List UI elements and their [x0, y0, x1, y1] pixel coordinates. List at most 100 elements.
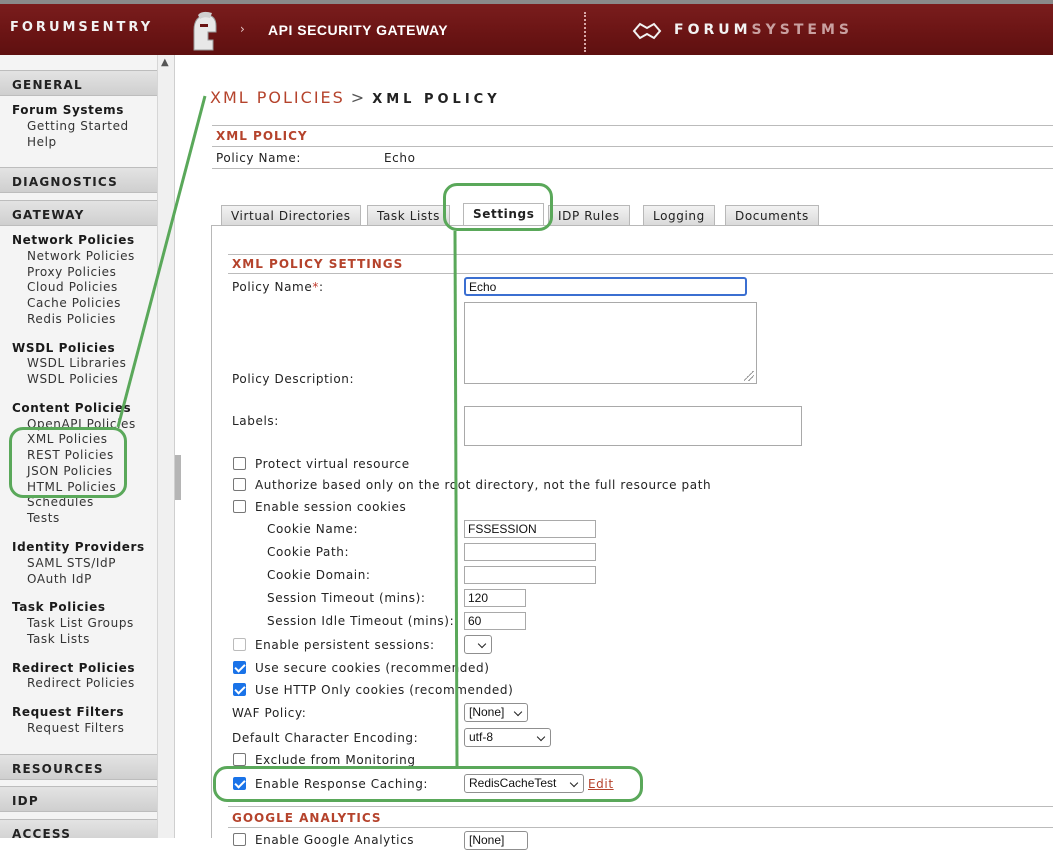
- authorize-root-label: Authorize based only on the root directo…: [255, 478, 712, 492]
- sidebar-item-oauth[interactable]: OAuth IdP: [27, 572, 92, 586]
- sidebar-group-request: Request Filters: [12, 705, 125, 719]
- cookie-domain-label: Cookie Domain:: [267, 568, 371, 582]
- divider: [228, 806, 1053, 807]
- google-analytics-label: Enable Google Analytics: [255, 833, 415, 847]
- session-timeout-label: Session Timeout (mins):: [267, 591, 426, 605]
- protect-virtual-label: Protect virtual resource: [255, 457, 410, 471]
- breadcrumb-chevron-icon: ›: [240, 22, 246, 36]
- sidebar-item-xml-policies[interactable]: XML Policies: [27, 432, 108, 446]
- persistent-sessions-checkbox[interactable]: [233, 638, 246, 651]
- sidebar-item-openapi-policies[interactable]: OpenAPI Policies: [27, 417, 136, 431]
- sidebar-section-gateway[interactable]: GATEWAY: [0, 200, 157, 226]
- session-cookies-checkbox[interactable]: [233, 500, 246, 513]
- google-analytics-select[interactable]: [None]: [464, 831, 528, 850]
- tab-documents[interactable]: Documents: [725, 205, 819, 226]
- sidebar-item-saml[interactable]: SAML STS/IdP: [27, 556, 116, 570]
- protect-virtual-checkbox[interactable]: [233, 457, 246, 470]
- divider: [228, 254, 1053, 255]
- sidebar-section-diagnostics[interactable]: DIAGNOSTICS: [0, 167, 157, 193]
- sidebar-group-identity: Identity Providers: [12, 540, 145, 554]
- sidebar-group-content: Content Policies: [12, 401, 132, 415]
- authorize-root-checkbox[interactable]: [233, 478, 246, 491]
- chevron-down-icon: [513, 707, 523, 717]
- scrollbar-thumb[interactable]: [175, 455, 181, 500]
- exclude-monitoring-checkbox[interactable]: [233, 753, 246, 766]
- breadcrumb-separator: >: [350, 88, 367, 107]
- sidebar-item-network-policies[interactable]: Network Policies: [27, 249, 135, 263]
- policy-name-value: Echo: [384, 151, 416, 165]
- http-only-checkbox[interactable]: [233, 683, 246, 696]
- sidebar-item-wsdl-policies[interactable]: WSDL Policies: [27, 372, 118, 386]
- divider: [212, 146, 1053, 147]
- breadcrumb-xml-policies-link[interactable]: XML POLICIES: [210, 88, 345, 107]
- sidebar-scrollbar[interactable]: ▲: [157, 55, 174, 838]
- tab-task-lists[interactable]: Task Lists: [367, 205, 450, 226]
- waf-policy-select[interactable]: [None]: [464, 703, 528, 722]
- google-analytics-checkbox[interactable]: [233, 833, 246, 846]
- sidebar-item-wsdl-libraries[interactable]: WSDL Libraries: [27, 356, 126, 370]
- response-caching-label: Enable Response Caching:: [255, 777, 429, 791]
- encoding-select[interactable]: utf-8: [464, 728, 551, 747]
- response-caching-checkbox[interactable]: [233, 777, 246, 790]
- required-marker: *: [312, 280, 319, 294]
- persistent-sessions-select[interactable]: [464, 635, 492, 654]
- sidebar-item-proxy-policies[interactable]: Proxy Policies: [27, 265, 116, 279]
- sidebar-item-cloud-policies[interactable]: Cloud Policies: [27, 280, 118, 294]
- sidebar-section-access[interactable]: ACCESS: [0, 819, 157, 838]
- sidebar-item-help[interactable]: Help: [27, 135, 57, 149]
- sidebar-item-getting-started[interactable]: Getting Started: [27, 119, 129, 133]
- breadcrumb: XML POLICIES > XML POLICY: [210, 88, 501, 107]
- idle-timeout-input[interactable]: 60: [464, 612, 526, 630]
- sidebar-item-task-lists[interactable]: Task Lists: [27, 632, 90, 646]
- idle-timeout-label: Session Idle Timeout (mins):: [267, 614, 455, 628]
- sidebar-item-task-list-groups[interactable]: Task List Groups: [27, 616, 134, 630]
- policy-description-textarea[interactable]: [464, 302, 757, 384]
- response-caching-select[interactable]: RedisCacheTest: [464, 774, 584, 793]
- session-timeout-input[interactable]: 120: [464, 589, 526, 607]
- tab-panel-border-left: [211, 225, 212, 838]
- header-divider: [584, 12, 586, 52]
- sidebar-group-wsdl: WSDL Policies: [12, 341, 116, 355]
- page-title: XML POLICY: [372, 92, 501, 107]
- tab-idp-rules[interactable]: IDP Rules: [548, 205, 630, 226]
- edit-cache-link[interactable]: Edit: [588, 777, 614, 791]
- resize-grip-icon[interactable]: [744, 371, 754, 381]
- persistent-sessions-label: Enable persistent sessions:: [255, 638, 435, 652]
- sidebar-item-schedules[interactable]: Schedules: [27, 495, 94, 509]
- product-title: API SECURITY GATEWAY: [268, 22, 449, 38]
- forumsystems-logo: FORUMSYSTEMS: [674, 22, 853, 38]
- tab-logging[interactable]: Logging: [643, 205, 715, 226]
- policy-name-label: Policy Name:: [216, 151, 301, 165]
- divider: [228, 273, 1053, 274]
- sidebar-item-cache-policies[interactable]: Cache Policies: [27, 296, 121, 310]
- tab-virtual-directories[interactable]: Virtual Directories: [221, 205, 361, 226]
- policy-name-field-label: Policy Name*:: [232, 280, 324, 294]
- sidebar-item-tests[interactable]: Tests: [27, 511, 60, 525]
- cookie-name-label: Cookie Name:: [267, 522, 359, 536]
- chevron-down-icon: [569, 778, 579, 788]
- sidebar-group-forum-systems: Forum Systems: [12, 103, 125, 117]
- labels-input[interactable]: [464, 406, 802, 446]
- scroll-up-icon[interactable]: ▲: [161, 57, 169, 68]
- cookie-domain-input[interactable]: [464, 566, 596, 584]
- sidebar-section-general[interactable]: GENERAL: [0, 70, 157, 96]
- secure-cookies-checkbox[interactable]: [233, 661, 246, 674]
- sidebar-item-redis-policies[interactable]: Redis Policies: [27, 312, 116, 326]
- divider: [212, 168, 1053, 169]
- sidebar-group-network: Network Policies: [12, 233, 135, 247]
- cookie-path-input[interactable]: [464, 543, 596, 561]
- sidebar-item-html-policies[interactable]: HTML Policies: [27, 480, 116, 494]
- sidebar-item-rest-policies[interactable]: REST Policies: [27, 448, 114, 462]
- sidebar-item-redirect-policies[interactable]: Redirect Policies: [27, 676, 135, 690]
- policy-name-input[interactable]: Echo: [464, 277, 747, 296]
- forumsystems-logo-icon: [632, 22, 662, 40]
- divider: [212, 125, 1053, 126]
- cookie-name-input[interactable]: FSSESSION: [464, 520, 596, 538]
- sidebar-section-resources[interactable]: RESOURCES: [0, 754, 157, 780]
- helmet-icon: [193, 11, 217, 51]
- tab-settings[interactable]: Settings: [463, 203, 545, 226]
- policy-description-label: Policy Description:: [232, 372, 355, 386]
- sidebar-item-json-policies[interactable]: JSON Policies: [27, 464, 113, 478]
- sidebar-section-idp[interactable]: IDP: [0, 786, 157, 812]
- sidebar-item-request-filters[interactable]: Request Filters: [27, 721, 125, 735]
